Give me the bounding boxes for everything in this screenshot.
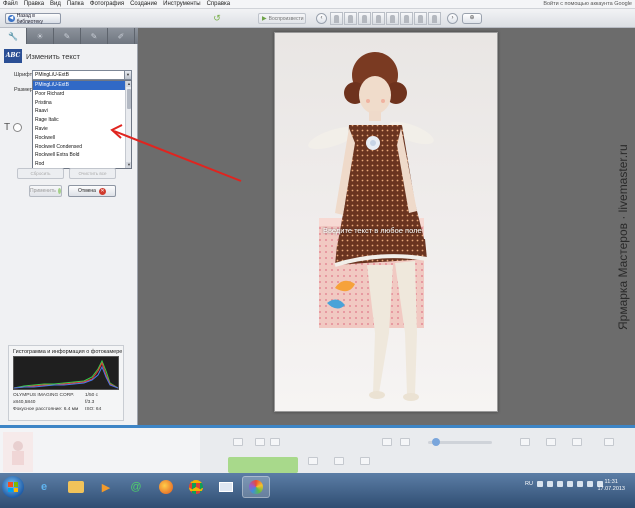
explorer-icon[interactable] — [62, 476, 90, 498]
email-icon[interactable] — [308, 457, 318, 465]
system-tray: RU — [525, 481, 603, 487]
zoom-slider-knob[interactable] — [432, 438, 440, 446]
rotate-right-icon[interactable] — [270, 438, 280, 446]
picasa-window: Файл Правка Вид Папка Фотография Создани… — [0, 0, 635, 508]
watermark: Ярмарка Мастеров · livemaster.ru — [616, 144, 630, 330]
tray-photo-thumbnail — [3, 432, 33, 472]
pin-icon[interactable] — [546, 438, 556, 446]
language-indicator[interactable]: RU — [525, 481, 533, 487]
bottom-bar — [0, 425, 635, 473]
volume-icon[interactable] — [587, 481, 593, 487]
tray-app-icon[interactable] — [537, 481, 543, 487]
start-button[interactable] — [2, 476, 24, 498]
tag-icon[interactable] — [520, 438, 530, 446]
firefox-icon[interactable] — [152, 476, 180, 498]
picasa-icon[interactable] — [242, 476, 270, 498]
clock-time: 11:31 — [604, 479, 618, 485]
tray-app-icon[interactable] — [547, 481, 553, 487]
tray-app-icon[interactable] — [557, 481, 563, 487]
clock-date: 17.07.2013 — [597, 486, 625, 492]
share-button[interactable] — [228, 457, 298, 473]
tray-app-icon[interactable] — [567, 481, 573, 487]
window-switch-icon[interactable] — [212, 476, 240, 498]
print-icon[interactable] — [334, 457, 344, 465]
ie-icon[interactable]: e — [30, 476, 58, 498]
zoom-slider[interactable] — [428, 438, 492, 446]
info-icon[interactable] — [604, 438, 614, 446]
export-icon[interactable] — [360, 457, 370, 465]
rotate-icon[interactable] — [233, 438, 243, 446]
system-clock[interactable]: 11:31 17.07.2013 — [597, 479, 625, 493]
chrome-icon[interactable] — [182, 476, 210, 498]
people-icon[interactable] — [572, 438, 582, 446]
windows-taskbar: e ▶ @ RU 11:31 17.07.2013 — [0, 473, 635, 508]
windows-logo-icon — [8, 482, 18, 492]
compare-icon[interactable] — [400, 438, 410, 446]
network-icon[interactable] — [577, 481, 583, 487]
media-player-icon[interactable]: ▶ — [92, 476, 120, 498]
rotate-left-icon[interactable] — [255, 438, 265, 446]
selection-tray[interactable] — [0, 428, 200, 473]
view-mode-icon[interactable] — [382, 438, 392, 446]
messenger-icon[interactable]: @ — [122, 476, 150, 498]
arrow-shaft — [113, 130, 242, 182]
